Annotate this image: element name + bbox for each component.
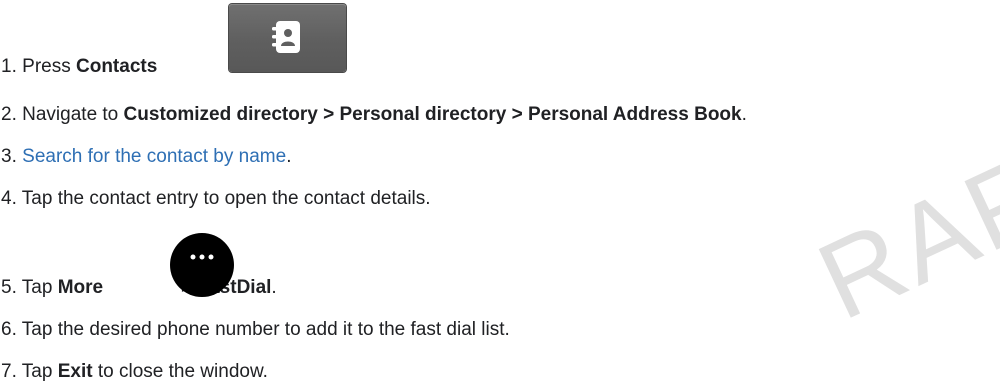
step-1-contacts-label: Contacts	[76, 56, 158, 77]
step-2-number: 2.	[1, 104, 17, 125]
step-7-number: 7.	[1, 361, 17, 382]
step-2-suffix: .	[741, 104, 747, 125]
step-4-number: 4.	[1, 188, 17, 209]
step-6-number: 6.	[1, 319, 17, 340]
step-7-exit-label: Exit	[57, 361, 93, 382]
step-3: 3. Search for the contact by name.	[1, 145, 291, 169]
step-1-number: 1.	[1, 56, 17, 77]
step-4-text: Tap the contact entry to open the contac…	[21, 188, 431, 209]
step-5-prefix: Tap	[21, 277, 53, 298]
draft-watermark: RAFT	[800, 103, 1000, 344]
contacts-button[interactable]	[229, 4, 346, 72]
step-5-more-label: More	[57, 277, 104, 298]
step-6-text: Tap the desired phone number to add it t…	[21, 319, 510, 340]
more-ellipsis-icon	[190, 254, 214, 260]
step-6: 6. Tap the desired phone number to add i…	[1, 318, 510, 342]
step-3-number: 3.	[1, 146, 17, 167]
step-4: 4. Tap the contact entry to open the con…	[1, 187, 431, 211]
step-2-path: Customized directory > Personal director…	[123, 104, 742, 125]
step-3-suffix: .	[286, 146, 292, 167]
step-2: 2. Navigate to Customized directory > Pe…	[1, 103, 747, 127]
contacts-book-icon	[272, 21, 300, 53]
step-5-number: 5.	[1, 277, 17, 298]
step-7-prefix: Tap	[21, 361, 53, 382]
step-2-prefix: Navigate to	[22, 104, 119, 125]
step-5-suffix: .	[271, 277, 277, 298]
step-5: 5. Tap More > FastDial.	[1, 276, 277, 300]
step-7-suffix: to close the window.	[97, 361, 268, 382]
step-1-prefix: Press	[22, 56, 71, 77]
more-button[interactable]	[170, 233, 234, 297]
search-contact-link[interactable]: Search for the contact by name	[22, 146, 286, 167]
step-7: 7. Tap Exit to close the window.	[1, 360, 268, 384]
